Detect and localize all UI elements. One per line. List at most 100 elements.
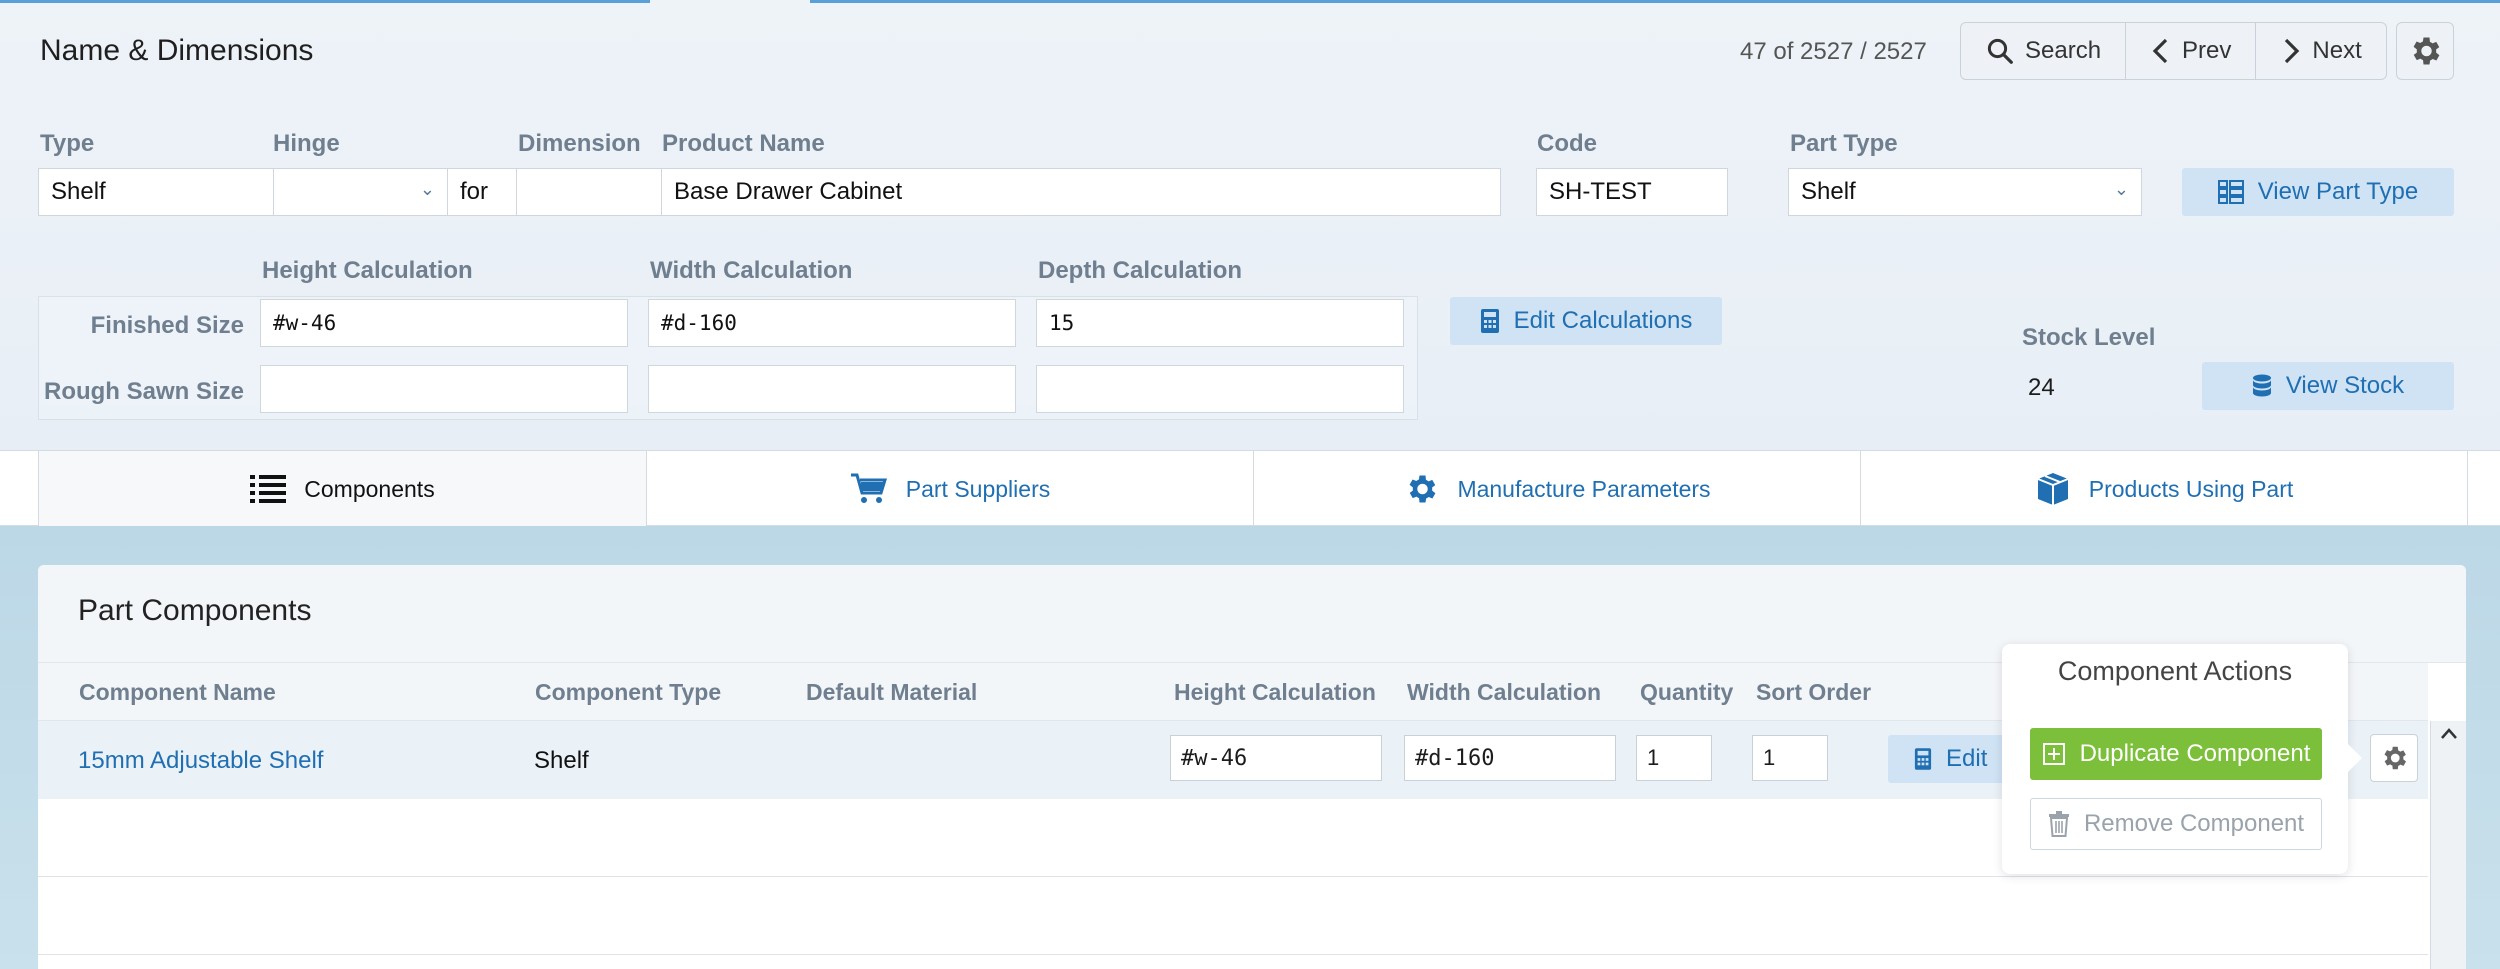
component-height-value: #w-46 (1181, 745, 1248, 771)
column-default-material: Default Material (806, 679, 978, 705)
record-navigation: Search Prev Next (1960, 22, 2387, 80)
view-part-type-label: View Part Type (2257, 178, 2419, 205)
list-icon (250, 475, 287, 503)
finished-depth-field[interactable]: 15 (1036, 299, 1404, 347)
column-quantity: Quantity (1640, 679, 1734, 705)
calculator-icon (1914, 748, 1932, 770)
grid-list-icon (2217, 180, 2244, 204)
type-label: Type (40, 130, 95, 157)
finished-width-field[interactable]: #d-160 (648, 299, 1016, 347)
gear-icon (2413, 37, 2440, 65)
dimension-field[interactable] (516, 168, 662, 216)
stock-level-value: 24 (2028, 374, 2055, 401)
tab-manufacture-parameters-label: Manufacture Parameters (1457, 475, 1711, 502)
prev-button[interactable]: Prev (2126, 23, 2257, 79)
tab-manufacture-parameters[interactable]: Manufacture Parameters (1253, 451, 1860, 527)
rough-sawn-size-label: Rough Sawn Size (43, 378, 244, 405)
finished-height-value: #w-46 (273, 311, 337, 335)
empty-table-row (38, 877, 2428, 955)
hinge-label: Hinge (273, 130, 340, 157)
database-icon (2252, 374, 2271, 397)
part-type-select[interactable]: Shelf ⌄ (1788, 168, 2142, 216)
type-value: Shelf (51, 178, 106, 205)
for-text-box: for (447, 168, 517, 216)
part-type-value: Shelf (1801, 178, 1856, 205)
page-title: Name & Dimensions (40, 34, 314, 67)
height-calculation-label: Height Calculation (262, 257, 473, 284)
next-button-label: Next (2312, 37, 2362, 64)
record-count: 47 of 2527 / 2527 (1740, 38, 1927, 65)
depth-calculation-label: Depth Calculation (1038, 257, 1243, 284)
component-width-value: #d-160 (1415, 745, 1495, 771)
code-label: Code (1537, 130, 1597, 157)
search-icon (1987, 38, 2013, 64)
top-progress-line (0, 0, 2500, 3)
column-width-calculation: Width Calculation (1407, 679, 1602, 705)
duplicate-component-button[interactable]: Duplicate Component (2030, 728, 2322, 780)
popover-title: Component Actions (2057, 656, 2293, 686)
tab-part-suppliers[interactable]: Part Suppliers (646, 451, 1253, 527)
width-calculation-label: Width Calculation (650, 257, 853, 284)
product-name-field[interactable]: Base Drawer Cabinet (661, 168, 1501, 216)
type-field[interactable]: Shelf (38, 168, 274, 216)
rough-height-field[interactable] (260, 365, 628, 413)
dimension-label: Dimension (518, 130, 641, 157)
duplicate-icon (2042, 743, 2065, 765)
row-settings-button[interactable] (2370, 734, 2418, 782)
gear-icon (1410, 475, 1436, 503)
prev-button-label: Prev (2182, 37, 2232, 64)
component-sort-order-field[interactable]: 1 (1752, 735, 1828, 781)
search-button[interactable]: Search (1961, 23, 2127, 79)
table-scrollbar[interactable] (2430, 721, 2466, 969)
component-height-field[interactable]: #w-46 (1170, 735, 1382, 781)
product-name-value: Base Drawer Cabinet (674, 178, 903, 205)
stock-level-label: Stock Level (2022, 324, 2156, 351)
finished-size-label: Finished Size (90, 312, 244, 339)
tab-bar-end (2467, 451, 2500, 527)
view-stock-button[interactable]: View Stock (2202, 362, 2454, 410)
rough-depth-field[interactable] (1036, 365, 1404, 413)
edit-calculations-label: Edit Calculations (1513, 307, 1693, 334)
settings-button[interactable] (2396, 22, 2454, 80)
chevron-down-icon: ⌄ (2113, 179, 2129, 199)
chevron-up-icon (2441, 728, 2457, 739)
column-component-type: Component Type (535, 679, 722, 705)
component-name-link[interactable]: 15mm Adjustable Shelf (78, 747, 323, 775)
column-sort-order: Sort Order (1756, 679, 1872, 705)
for-text: for (460, 178, 489, 205)
next-button[interactable]: Next (2256, 23, 2385, 79)
tab-products-using-part[interactable]: Products Using Part (1860, 451, 2467, 527)
column-component-name: Component Name (79, 679, 276, 705)
search-button-label: Search (2025, 37, 2102, 64)
component-type-value: Shelf (534, 747, 589, 774)
popover-arrow (2346, 742, 2362, 774)
component-width-field[interactable]: #d-160 (1404, 735, 1616, 781)
column-height-calculation: Height Calculation (1174, 679, 1376, 705)
code-field[interactable]: SH-TEST (1536, 168, 1728, 216)
remove-component-label: Remove Component (2083, 810, 2305, 837)
rough-width-field[interactable] (648, 365, 1016, 413)
component-sort-order-value: 1 (1763, 745, 1776, 770)
code-value: SH-TEST (1549, 178, 1652, 205)
box-icon (2037, 473, 2069, 505)
duplicate-component-label: Duplicate Component (2079, 740, 2311, 767)
trash-icon (2048, 811, 2069, 837)
tab-part-suppliers-label: Part Suppliers (905, 475, 1051, 502)
view-part-type-button[interactable]: View Part Type (2182, 168, 2454, 216)
edit-calculations-button[interactable]: Edit Calculations (1450, 297, 1722, 345)
tab-products-using-part-label: Products Using Part (2088, 475, 2294, 502)
chevron-left-icon (2152, 38, 2168, 64)
cart-icon (850, 473, 887, 503)
tab-components[interactable]: Components (38, 451, 646, 527)
component-edit-label: Edit (1946, 745, 1988, 772)
gear-icon (2384, 746, 2406, 770)
hinge-select[interactable]: ⌄ (273, 168, 448, 216)
chevron-down-icon: ⌄ (419, 179, 435, 199)
finished-depth-value: 15 (1049, 311, 1075, 335)
components-panel-title: Part Components (78, 594, 312, 627)
tab-bar: Components Part Suppliers Manufacture Pa… (0, 450, 2500, 527)
component-quantity-field[interactable]: 1 (1636, 735, 1712, 781)
chevron-right-icon (2285, 38, 2300, 64)
remove-component-button[interactable]: Remove Component (2030, 798, 2322, 850)
finished-height-field[interactable]: #w-46 (260, 299, 628, 347)
